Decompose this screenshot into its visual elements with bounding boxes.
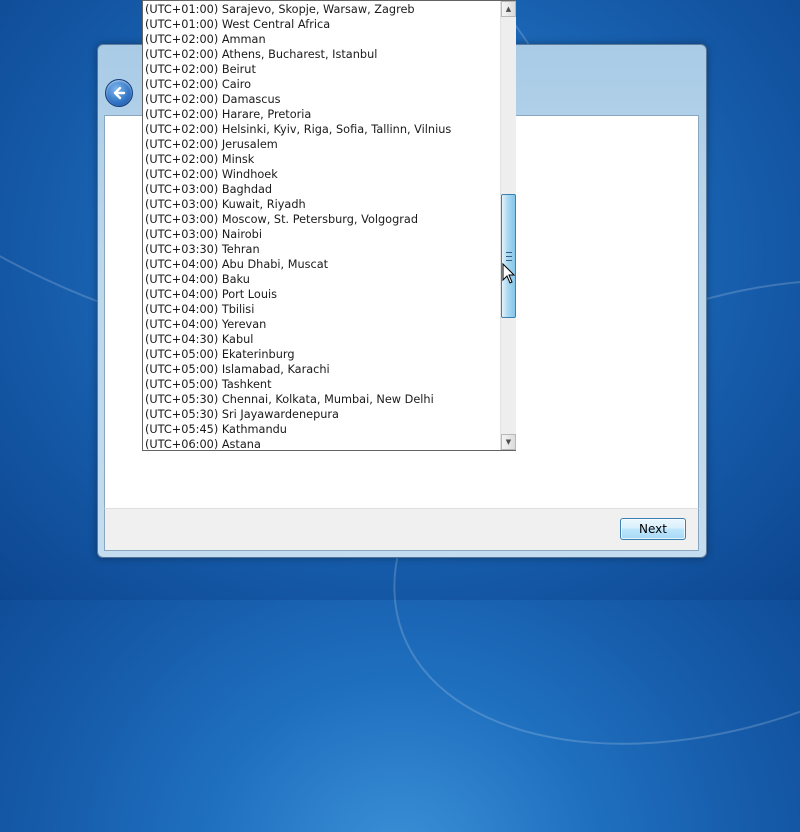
- scroll-down-button[interactable]: ▼: [501, 434, 516, 450]
- grip-icon: [505, 251, 512, 261]
- list-item[interactable]: (UTC+04:30) Kabul: [143, 332, 499, 347]
- list-item[interactable]: (UTC+02:00) Athens, Bucharest, Istanbul: [143, 47, 499, 62]
- list-item[interactable]: (UTC+02:00) Cairo: [143, 77, 499, 92]
- list-item[interactable]: (UTC+03:00) Baghdad: [143, 182, 499, 197]
- list-item[interactable]: (UTC+03:00) Moscow, St. Petersburg, Volg…: [143, 212, 499, 227]
- back-arrow-icon: [113, 86, 126, 100]
- list-item[interactable]: (UTC+05:30) Sri Jayawardenepura: [143, 407, 499, 422]
- scroll-up-arrow-icon: ▲: [505, 5, 512, 13]
- timezone-dropdown-list[interactable]: (UTC+01:00) Sarajevo, Skopje, Warsaw, Za…: [142, 0, 516, 451]
- list-item[interactable]: (UTC+05:00) Islamabad, Karachi: [143, 362, 499, 377]
- list-item[interactable]: (UTC+04:00) Tbilisi: [143, 302, 499, 317]
- list-item[interactable]: (UTC+04:00) Yerevan: [143, 317, 499, 332]
- list-item[interactable]: (UTC+05:30) Chennai, Kolkata, Mumbai, Ne…: [143, 392, 499, 407]
- list-item[interactable]: (UTC+01:00) West Central Africa: [143, 17, 499, 32]
- list-item[interactable]: (UTC+02:00) Jerusalem: [143, 137, 499, 152]
- list-item[interactable]: (UTC+02:00) Minsk: [143, 152, 499, 167]
- scroll-up-button[interactable]: ▲: [501, 1, 516, 17]
- list-item[interactable]: (UTC+03:00) Kuwait, Riyadh: [143, 197, 499, 212]
- list-item[interactable]: (UTC+05:00) Tashkent: [143, 377, 499, 392]
- back-button[interactable]: [105, 79, 133, 107]
- list-item[interactable]: (UTC+02:00) Damascus: [143, 92, 499, 107]
- list-item[interactable]: (UTC+04:00) Abu Dhabi, Muscat: [143, 257, 499, 272]
- list-item[interactable]: (UTC+01:00) Sarajevo, Skopje, Warsaw, Za…: [143, 2, 499, 17]
- list-item[interactable]: (UTC+02:00) Harare, Pretoria: [143, 107, 499, 122]
- timezone-list[interactable]: (UTC+01:00) Sarajevo, Skopje, Warsaw, Za…: [143, 1, 499, 450]
- mouse-pointer-icon: [502, 263, 516, 284]
- scrollbar-thumb[interactable]: [501, 194, 516, 318]
- scroll-down-arrow-icon: ▼: [505, 438, 512, 446]
- list-item[interactable]: (UTC+02:00) Windhoek: [143, 167, 499, 182]
- list-item[interactable]: (UTC+04:00) Port Louis: [143, 287, 499, 302]
- list-item[interactable]: (UTC+06:00) Astana: [143, 437, 499, 450]
- list-item[interactable]: (UTC+03:30) Tehran: [143, 242, 499, 257]
- footer-bar: [104, 508, 699, 551]
- list-item[interactable]: (UTC+02:00) Amman: [143, 32, 499, 47]
- list-item[interactable]: (UTC+02:00) Beirut: [143, 62, 499, 77]
- list-item[interactable]: (UTC+05:00) Ekaterinburg: [143, 347, 499, 362]
- list-item[interactable]: (UTC+04:00) Baku: [143, 272, 499, 287]
- list-item[interactable]: (UTC+02:00) Helsinki, Kyiv, Riga, Sofia,…: [143, 122, 499, 137]
- next-button[interactable]: Next: [620, 518, 686, 540]
- vertical-scrollbar[interactable]: ▲ ▼: [500, 1, 516, 450]
- list-item[interactable]: (UTC+03:00) Nairobi: [143, 227, 499, 242]
- list-item[interactable]: (UTC+05:45) Kathmandu: [143, 422, 499, 437]
